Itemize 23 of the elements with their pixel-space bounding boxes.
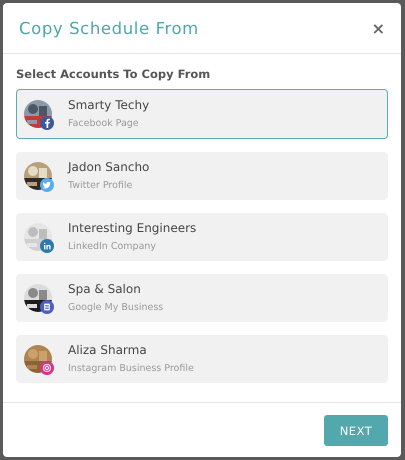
section-label: Select Accounts To Copy From <box>16 67 212 81</box>
account-type: Instagram Business Profile <box>68 362 194 374</box>
facebook-icon <box>40 116 54 130</box>
account-item[interactable]: Jadon Sancho Twitter Profile <box>16 152 388 200</box>
account-item[interactable]: Aliza Sharma Instagram Business Profile <box>16 335 388 383</box>
dialog-title: Copy Schedule From <box>19 18 199 38</box>
account-type: LinkedIn Company <box>68 240 158 252</box>
account-name: Aliza Sharma <box>68 342 148 358</box>
storefront-icon <box>40 300 54 314</box>
account-type: Twitter Profile <box>68 178 134 192</box>
account-type: Google My Business <box>68 300 164 314</box>
account-type: Facebook Page <box>68 116 140 130</box>
twitter-icon <box>40 178 54 192</box>
account-item[interactable]: Interesting Engineers LinkedIn Company <box>16 213 388 261</box>
account-name: Jadon Sancho <box>68 160 150 174</box>
close-button[interactable]: × <box>370 18 387 38</box>
account-name: Interesting Engineers <box>68 220 196 236</box>
instagram-icon <box>40 360 54 374</box>
account-name: Spa & Salon <box>68 282 142 296</box>
account-name: Smarty Techy <box>68 98 150 112</box>
account-item[interactable]: Spa & Salon Google My Business <box>16 274 388 322</box>
account-item[interactable]: Smarty Techy Facebook Page <box>16 89 388 139</box>
linkedin-icon <box>40 238 54 252</box>
